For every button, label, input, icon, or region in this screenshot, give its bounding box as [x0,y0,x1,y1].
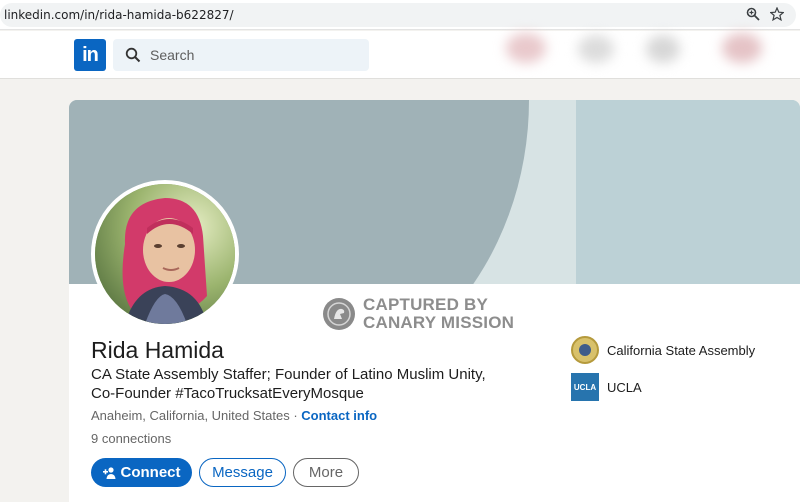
url-icons [746,6,785,24]
linkedin-logo[interactable]: in [74,39,106,71]
org-ucla[interactable]: UCLA UCLA [571,373,642,401]
connect-button[interactable]: Connect [91,458,192,487]
profile-location-row: Anaheim, California, United States · Con… [91,408,377,423]
add-person-icon [102,466,115,479]
more-button[interactable]: More [293,458,359,487]
org-california-state-assembly[interactable]: California State Assembly [571,336,755,364]
search-input[interactable]: Search [113,39,369,71]
profile-location: Anaheim, California, United States [91,408,290,423]
watermark-line-1: CAPTURED BY [363,295,488,314]
star-icon[interactable] [769,6,785,24]
connect-label: Connect [120,464,181,481]
assembly-seal-icon [571,336,599,364]
connections-row[interactable]: 9 connections [91,431,171,446]
profile-card: CAPTURED BY CANARY MISSION Rida Hamida C… [69,100,800,502]
location-separator: · [289,408,302,423]
linkedin-top-nav: in Search [0,31,800,79]
message-button[interactable]: Message [199,458,286,487]
blurred-nav-icons [494,31,800,79]
canary-logo-icon [323,298,355,330]
contact-info-link[interactable]: Contact info [301,408,377,423]
connections-label: connections [98,431,172,446]
watermark-text: CAPTURED BY CANARY MISSION [363,296,514,332]
url-field[interactable]: linkedin.com/in/rida-hamida-b622827/ [0,3,796,27]
search-placeholder: Search [150,47,195,63]
watermark-line-2: CANARY MISSION [363,313,515,332]
profile-name: Rida Hamida [91,337,224,363]
canary-mission-watermark: CAPTURED BY CANARY MISSION [323,296,514,332]
browser-address-bar: linkedin.com/in/rida-hamida-b622827/ [0,0,800,30]
banner-right-panel [576,100,800,284]
url-text[interactable]: linkedin.com/in/rida-hamida-b622827/ [4,8,234,22]
org-label: California State Assembly [607,342,756,358]
zoom-icon[interactable] [746,7,760,24]
org-label: UCLA [607,379,642,395]
ucla-logo-icon: UCLA [571,373,599,401]
profile-headline: CA State Assembly Staffer; Founder of La… [91,366,486,402]
profile-avatar[interactable] [91,180,239,328]
search-icon [125,47,141,63]
